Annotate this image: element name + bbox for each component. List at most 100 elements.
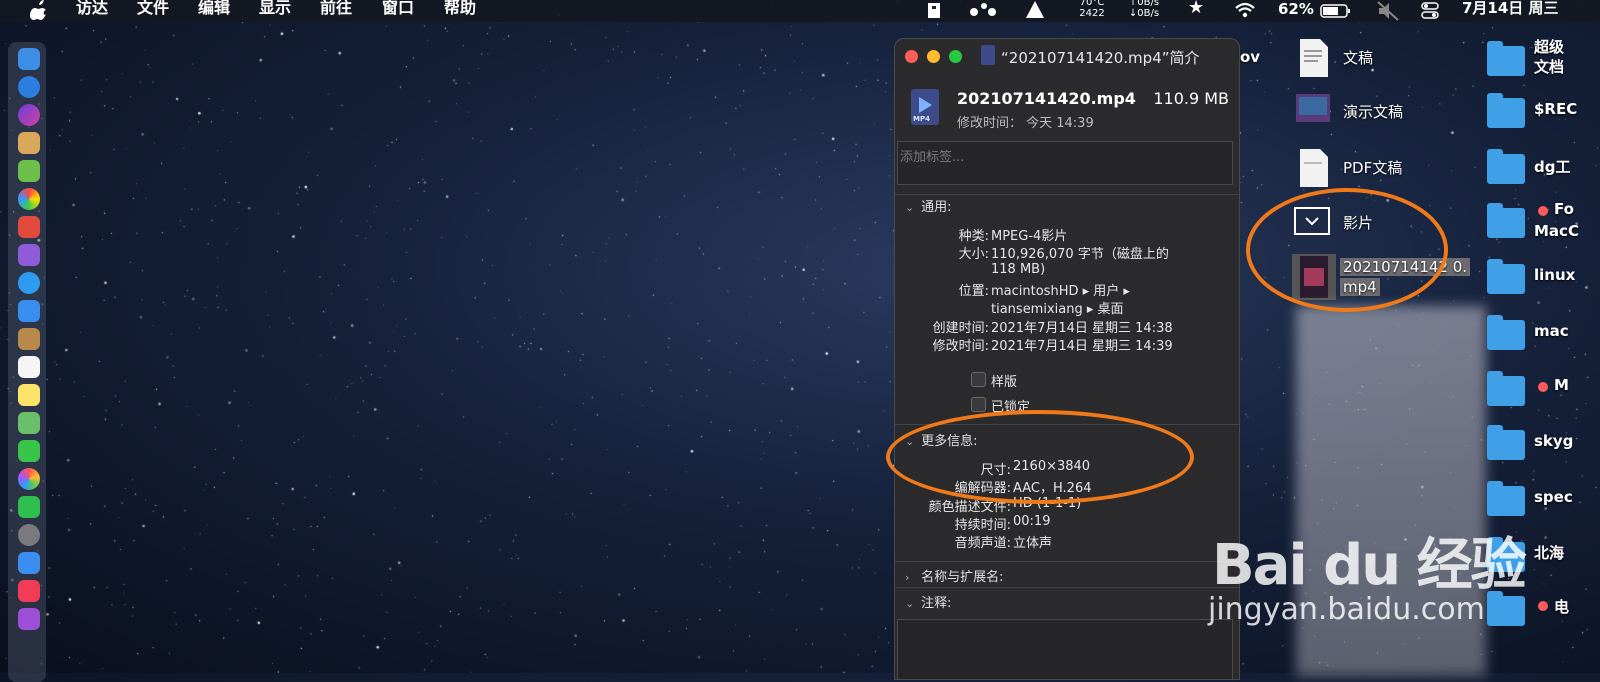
apple-icon[interactable] [30,0,48,20]
launchpad-icon[interactable] [18,132,40,154]
chrome-icon[interactable] [18,188,40,210]
size-value-line2: 118 MB) [991,262,1046,277]
notes-icon[interactable] [18,384,40,406]
divider [895,561,1239,562]
highlight-oval-dimensions [886,410,1194,504]
folder-label: M [1554,376,1569,394]
folder-label-line2: 文档 [1534,58,1565,76]
folder-icon [1487,425,1525,460]
star-icon[interactable]: ★ [1188,0,1204,20]
location-value-line1: macintoshHD ▸ 用户 ▸ [991,284,1130,299]
locked-checkbox[interactable] [971,397,986,412]
presentation-icon [1296,94,1330,122]
todo-icon[interactable] [18,216,40,238]
mute-icon[interactable] [1376,0,1402,22]
desktop-file-label: 文稿 [1343,49,1374,67]
photos-icon[interactable] [18,468,40,490]
section-general[interactable]: ⌄ 通用: [905,196,952,215]
tags-input[interactable]: 添加标签... [897,141,1233,185]
size-label: 大小: [958,247,989,262]
bookmark-app-icon[interactable] [926,0,942,22]
tags-placeholder: 添加标签... [900,150,965,165]
messages-icon[interactable] [18,440,40,462]
folder-icon [1487,41,1525,76]
chevron-right-icon: › [905,571,910,584]
mp4-icon-tag: MP4 [913,115,930,123]
close-button[interactable] [905,50,918,63]
audio-channels-label: 音频声道: [954,536,1011,551]
folder-label-line1: Fo [1554,200,1574,218]
mail-icon[interactable] [18,300,40,322]
folder-label: skyg [1534,432,1574,450]
duration-value: 00:19 [1013,514,1051,529]
comments-textarea[interactable] [897,619,1233,679]
maps-icon[interactable] [18,412,40,434]
facetime-icon[interactable] [18,496,40,518]
menu-finder[interactable]: 访达 [76,0,108,18]
download-speed: ↓0B/s [1128,8,1160,19]
folder-icon [1487,149,1525,184]
folder-label-line1: 超级 [1534,38,1565,56]
play-icon [919,97,932,113]
modified-value: 2021年7月14日 星期三 14:39 [991,339,1173,354]
stationery-checkbox[interactable] [971,372,986,387]
folder-icon [1487,371,1525,406]
menu-help[interactable]: 帮助 [444,0,476,18]
folder-icon [1487,93,1525,128]
menu-go[interactable]: 前往 [320,0,352,18]
zoom-button[interactable] [949,50,962,63]
folder-label-line2: MacC [1534,222,1579,240]
menu-edit[interactable]: 编辑 [198,0,230,18]
folder-label: dg工 [1534,158,1571,176]
stationery-label: 样版 [991,375,1018,390]
menu-view[interactable]: 显示 [259,0,291,18]
music-icon[interactable] [18,580,40,602]
folder-label: linux [1534,266,1576,284]
red-tag-icon [1538,382,1548,392]
duration-label: 持续时间: [954,518,1011,533]
control-center-icon[interactable] [1420,0,1440,22]
contacts-icon[interactable] [18,328,40,350]
minimize-button[interactable] [927,50,940,63]
podcasts-icon[interactable] [18,608,40,630]
file-name: 202107141420.mp4 [957,89,1136,108]
menu-window[interactable]: 窗口 [382,0,414,18]
folder-label: 电 [1554,598,1570,616]
battery-icon[interactable] [1320,0,1352,22]
calendar-icon[interactable] [18,356,40,378]
dots-app-icon[interactable] [968,0,998,22]
divider [895,194,1239,195]
temperature-readout: 70°C 2422 [1072,0,1112,19]
android-icon[interactable] [18,160,40,182]
folder-label: mac [1534,322,1569,340]
section-general-title: 通用: [921,200,952,215]
pdf-document-icon [1300,149,1328,187]
folder-icon [1487,315,1525,350]
clock-date[interactable]: 7月14日 周三 [1462,0,1559,20]
menu-file[interactable]: 文件 [137,0,169,18]
folder-icon [1487,481,1525,516]
created-value: 2021年7月14日 星期三 14:38 [991,321,1173,336]
keynote-icon[interactable] [18,552,40,574]
siri-icon[interactable] [18,104,40,126]
folder-label: 北海 [1534,544,1565,562]
network-speed-readout: ↑0B/s ↓0B/s [1122,0,1166,19]
section-comments[interactable]: ⌄ 注释: [905,592,952,611]
upload-speed: ↑0B/s [1128,0,1160,8]
safari-icon[interactable] [18,272,40,294]
size-value-line1: 110,926,070 字节（磁盘上的 [991,247,1169,262]
system-preferences-icon[interactable] [18,524,40,546]
section-name-extension[interactable]: › 名称与扩展名: [905,566,1004,585]
red-tag-icon [1538,206,1548,216]
chevron-down-icon: ⌄ [905,201,915,214]
dock [8,42,46,682]
baidu-watermark-url: jingyan.baidu.com [1208,592,1485,627]
wifi-icon[interactable] [1234,0,1256,22]
app-store-icon[interactable] [18,76,40,98]
finder-icon[interactable] [18,48,40,70]
notes-purple-icon[interactable] [18,244,40,266]
section-comments-title: 注释: [921,596,952,611]
file-size: 110.9 MB [1153,89,1229,108]
notification-app-icon[interactable] [1022,0,1048,22]
window-titlebar[interactable]: “202107141420.mp4”简介 [895,39,1239,73]
